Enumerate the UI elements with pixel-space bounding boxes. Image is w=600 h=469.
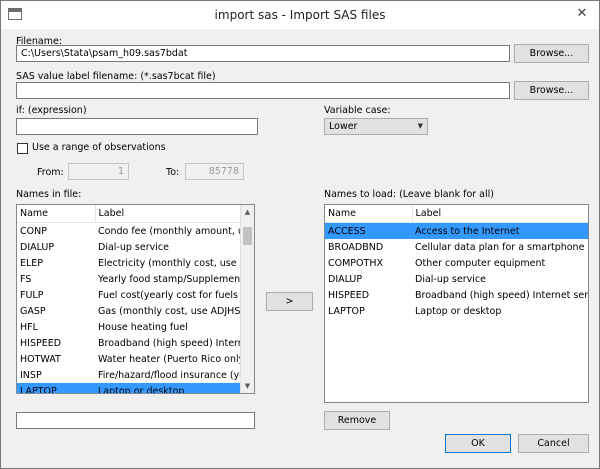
variable-label: Gas (monthly cost, use ADJHSG t xyxy=(98,305,242,317)
variable-name: LAPTOP xyxy=(17,383,95,393)
variable-name: DIALUP xyxy=(20,241,55,253)
variable-label: Access to the Internet xyxy=(412,222,588,239)
variable-label: Dial-up service xyxy=(415,273,486,285)
variable-name: INSP xyxy=(20,369,42,381)
variable-name: GASP xyxy=(20,305,46,317)
variable-label: Electricity (monthly cost, use ADJ xyxy=(98,257,242,269)
table-row[interactable]: INSP Fire/hazard/flood insurance (year xyxy=(17,367,242,383)
variable-label: Fire/hazard/flood insurance (year xyxy=(98,369,242,381)
variable-label: Broadband (high speed) Internet xyxy=(98,337,242,349)
variable-name: HFL xyxy=(20,321,38,333)
table-row[interactable]: GASP Gas (monthly cost, use ADJHSG t xyxy=(17,303,242,319)
variable-case-select[interactable]: Lower ▼ xyxy=(324,118,428,135)
column-header-label[interactable]: Label xyxy=(412,205,588,223)
from-label: From: xyxy=(37,167,64,178)
from-field[interactable]: 1 xyxy=(68,163,129,180)
scroll-down-icon[interactable]: ▼ xyxy=(241,379,254,393)
if-expression-label: if: (expression) xyxy=(16,105,87,116)
add-to-load-button[interactable]: > xyxy=(266,292,313,311)
ok-button[interactable]: OK xyxy=(445,434,511,453)
table-row-selected[interactable]: ACCESS Access to the Internet xyxy=(325,222,588,239)
variable-label: Broadband (high speed) Internet servi... xyxy=(415,289,588,301)
cancel-button[interactable]: Cancel xyxy=(518,434,589,453)
variable-label: House heating fuel xyxy=(98,321,188,333)
variable-label: Fuel cost(yearly cost for fuels oth xyxy=(98,289,242,301)
title-bar: import sas - Import SAS files ✕ xyxy=(1,1,599,29)
table-row[interactable]: DIALUP Dial-up service xyxy=(17,239,242,255)
variable-label: Water heater (Puerto Rico only) xyxy=(98,353,242,365)
variable-name: BROADBND xyxy=(328,241,384,253)
variable-name: CONP xyxy=(20,225,47,237)
table-row[interactable]: HISPEED Broadband (high speed) Internet xyxy=(17,335,242,351)
range-checkbox[interactable] xyxy=(17,143,28,154)
value-label-filename-field[interactable] xyxy=(16,82,510,99)
variable-label: Dial-up service xyxy=(98,241,169,253)
names-in-file-scrollbar[interactable]: ▲ ▼ xyxy=(240,205,254,393)
variable-name: FULP xyxy=(20,289,44,301)
column-header-label[interactable]: Label xyxy=(95,205,243,223)
column-header-name[interactable]: Name xyxy=(17,205,96,223)
variable-name: HOTWAT xyxy=(20,353,61,365)
filename-field[interactable]: C:\Users\Stata\psam_h09.sas7bdat xyxy=(16,45,510,62)
table-row[interactable]: CONP Condo fee (monthly amount, use xyxy=(17,223,242,240)
variable-label: Laptop or desktop xyxy=(415,305,502,317)
filename-browse-button[interactable]: Browse... xyxy=(514,44,589,63)
chevron-down-icon: ▼ xyxy=(417,122,423,130)
names-to-load-list[interactable]: Name Label ACCESS Access to the Internet … xyxy=(324,204,589,403)
variable-label: Other computer equipment xyxy=(415,257,546,269)
variable-label: Condo fee (monthly amount, use xyxy=(98,225,242,237)
table-row[interactable]: HISPEED Broadband (high speed) Internet s… xyxy=(325,287,588,303)
variable-name: ELEP xyxy=(20,257,44,269)
value-label-filename-label: SAS value label filename: (*.sas7bcat fi… xyxy=(16,71,216,82)
names-in-file-list[interactable]: Name Label CONP Condo fee (monthly amount… xyxy=(16,204,255,394)
if-expression-field[interactable] xyxy=(16,118,258,135)
variable-case-label: Variable case: xyxy=(324,105,391,116)
table-row[interactable]: COMPOTHX Other computer equipment xyxy=(325,255,588,271)
variable-name: COMPOTHX xyxy=(328,257,383,269)
names-to-load-label: Names to load: (Leave blank for all) xyxy=(324,189,494,200)
scroll-thumb[interactable] xyxy=(243,227,252,245)
close-icon[interactable]: ✕ xyxy=(571,5,593,23)
table-row[interactable]: ELEP Electricity (monthly cost, use ADJ xyxy=(17,255,242,271)
scroll-up-icon[interactable]: ▲ xyxy=(241,205,254,219)
table-row[interactable]: HOTWAT Water heater (Puerto Rico only) xyxy=(17,351,242,367)
remove-button[interactable]: Remove xyxy=(324,411,390,430)
variable-name: HISPEED xyxy=(328,289,370,301)
import-sas-dialog: import sas - Import SAS files ✕ Filename… xyxy=(0,0,600,469)
table-row[interactable]: HFL House heating fuel xyxy=(17,319,242,335)
table-row[interactable]: DIALUP Dial-up service xyxy=(325,271,588,287)
variable-name: FS xyxy=(20,273,32,285)
table-row[interactable]: FULP Fuel cost(yearly cost for fuels oth xyxy=(17,287,242,303)
variable-case-value: Lower xyxy=(329,121,358,132)
column-header-name[interactable]: Name xyxy=(325,205,413,223)
variable-label: Cellular data plan for a smartphone o... xyxy=(415,241,588,253)
names-in-file-label: Names in file: xyxy=(16,189,82,200)
to-label: To: xyxy=(166,167,180,178)
variable-name: LAPTOP xyxy=(328,305,365,317)
table-row[interactable]: FS Yearly food stamp/Supplemental xyxy=(17,271,242,287)
variable-name: HISPEED xyxy=(20,337,62,349)
to-field[interactable]: 85778 xyxy=(185,163,244,180)
window-title: import sas - Import SAS files xyxy=(214,8,386,22)
variable-label: Yearly food stamp/Supplemental xyxy=(98,273,242,285)
variable-name: DIALUP xyxy=(328,273,363,285)
range-checkbox-label: Use a range of observations xyxy=(32,142,166,153)
table-row-selected[interactable]: LAPTOP Laptop or desktop xyxy=(17,383,242,393)
value-label-browse-button[interactable]: Browse... xyxy=(514,81,589,100)
variable-name: ACCESS xyxy=(325,222,412,239)
variable-label: Laptop or desktop xyxy=(95,383,242,393)
table-row[interactable]: BROADBND Cellular data plan for a smartph… xyxy=(325,239,588,255)
names-filter-field[interactable] xyxy=(16,412,255,429)
table-row[interactable]: LAPTOP Laptop or desktop xyxy=(325,303,588,319)
